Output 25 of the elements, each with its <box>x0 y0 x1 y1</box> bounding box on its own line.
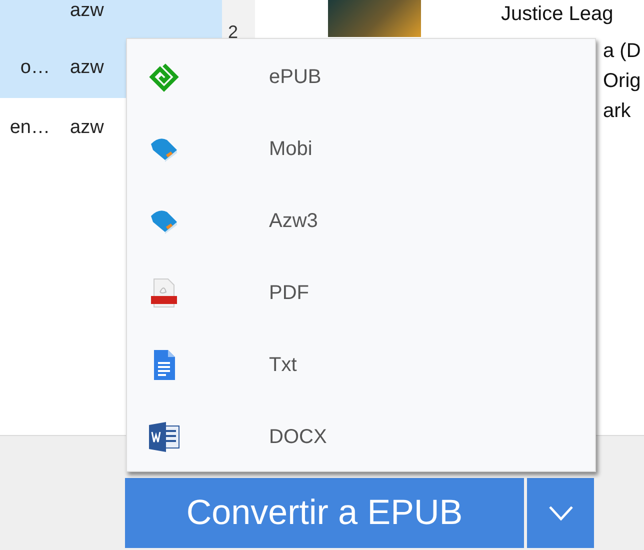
format-dropdown-button[interactable] <box>527 478 594 548</box>
document-icon <box>152 349 176 381</box>
book-title: en… <box>8 117 50 139</box>
format-menu-item[interactable]: Mobi <box>127 113 595 185</box>
book-count: 2 <box>228 24 238 38</box>
epub-icon <box>149 62 179 92</box>
book-title-text: Orig <box>603 69 641 94</box>
book-icon <box>149 136 179 162</box>
format-menu-item[interactable]: DOCX <box>127 401 595 473</box>
book-title-text: ark <box>603 99 632 124</box>
format-menu-item[interactable]: PDF <box>127 257 595 329</box>
book-title-text: a (D <box>603 39 641 64</box>
book-row[interactable]: azw <box>0 0 222 38</box>
chevron-down-icon <box>548 505 574 521</box>
book-format: azw <box>70 57 104 79</box>
book-title: o… <box>19 57 50 79</box>
book-icon <box>149 208 179 234</box>
pdf-file-icon <box>150 278 178 308</box>
convert-button[interactable]: Convertir a EPUB <box>125 478 524 548</box>
format-menu-item[interactable]: Txt <box>127 329 595 401</box>
book-format: azw <box>70 117 104 139</box>
book-title-text: Justice Leag <box>501 2 614 27</box>
book-format: azw <box>70 0 104 22</box>
word-document-icon <box>148 422 180 452</box>
format-menu-item[interactable]: Azw3 <box>127 185 595 257</box>
